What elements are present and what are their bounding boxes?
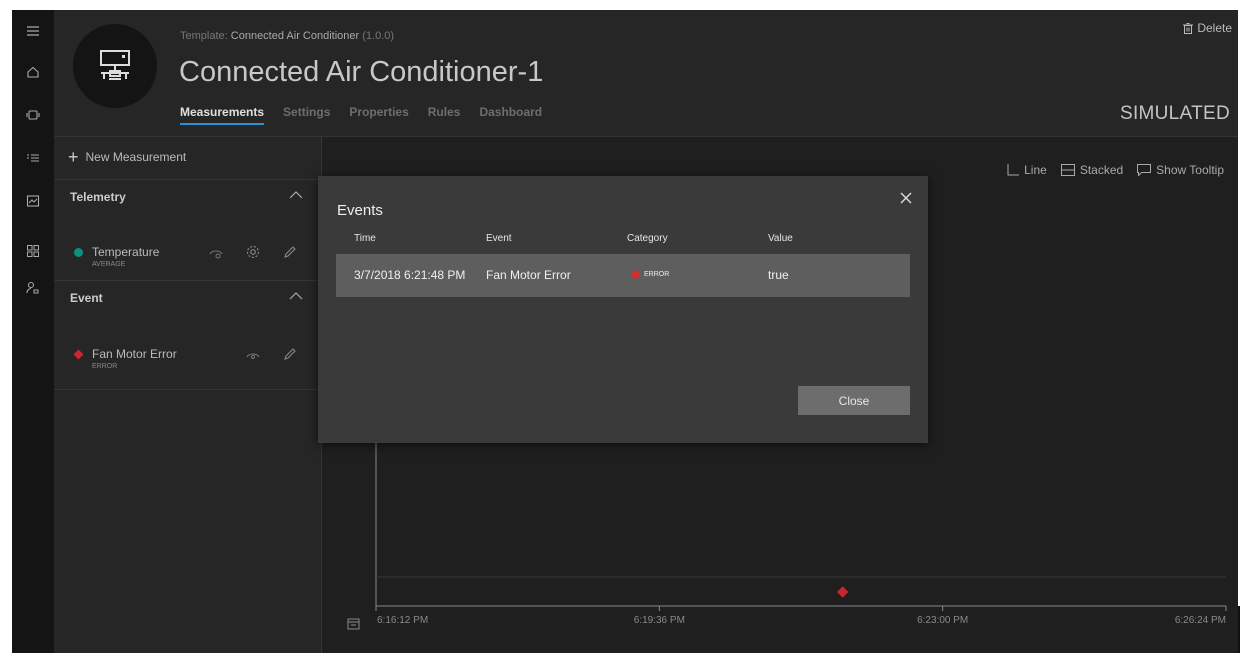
x-tick-label: 6:26:24 PM [1175, 615, 1226, 626]
x-tick-label: 6:19:36 PM [634, 615, 685, 626]
tab-rules[interactable]: Rules [428, 105, 461, 125]
panel-divider [54, 389, 322, 390]
measurement-severity: ERROR [92, 363, 118, 370]
window-edge-line [1238, 606, 1240, 653]
measurements-panel: + New Measurement Telemetry Temperature … [54, 137, 322, 653]
tab-dashboard[interactable]: Dashboard [479, 105, 542, 125]
dialog-title: Events [337, 202, 383, 219]
column-category: Category [627, 233, 668, 244]
measurement-item-fan-motor-error[interactable]: Fan Motor Error ERROR [54, 342, 322, 382]
section-label: Telemetry [70, 190, 126, 204]
nav-rail [12, 10, 54, 653]
table-row[interactable]: 3/7/2018 6:21:48 PM Fan Motor Error ERRO… [336, 254, 910, 297]
list-icon[interactable] [12, 143, 54, 173]
section-telemetry: Telemetry [54, 179, 322, 209]
column-time: Time [354, 233, 376, 244]
measurement-item-temperature[interactable]: Temperature AVERAGE [54, 240, 322, 280]
device-header: Template: Connected Air Conditioner (1.0… [54, 10, 1238, 137]
device-template-icon [100, 50, 130, 80]
device-icon[interactable] [12, 100, 54, 130]
measurement-aggregation: AVERAGE [92, 261, 126, 268]
trash-icon [1183, 22, 1194, 34]
event-category-label: ERROR [644, 271, 670, 278]
measurement-name: Temperature [92, 245, 160, 259]
column-event: Event [486, 233, 512, 244]
app-window: Template: Connected Air Conditioner (1.0… [12, 10, 1238, 653]
dashboard-icon[interactable] [12, 236, 54, 266]
visibility-icon[interactable] [245, 346, 261, 362]
event-category: ERROR [630, 269, 670, 280]
gear-icon[interactable] [245, 244, 261, 260]
calendar-icon [347, 618, 360, 630]
edit-icon[interactable] [282, 346, 298, 362]
new-measurement-label: New Measurement [85, 150, 187, 164]
delete-button[interactable]: Delete [1183, 21, 1232, 35]
menu-icon[interactable] [12, 16, 54, 46]
analytics-icon[interactable] [12, 186, 54, 216]
event-name: Fan Motor Error [486, 268, 571, 282]
error-diamond-icon [630, 269, 641, 280]
x-tick-label: 6:23:00 PM [917, 615, 968, 626]
telemetry-color-dot [74, 248, 83, 257]
simulated-status: SIMULATED [1119, 103, 1230, 124]
template-version: (1.0.0) [362, 30, 395, 42]
device-avatar [73, 24, 157, 108]
page-title: Connected Air Conditioner-1 [179, 56, 544, 88]
events-table-header: Time Event Category Value [336, 233, 910, 253]
column-value: Value [768, 233, 793, 244]
event-point [837, 586, 849, 598]
template-name[interactable]: Connected Air Conditioner [231, 30, 359, 42]
template-prefix: Template: [180, 30, 228, 42]
measurement-name: Fan Motor Error [92, 347, 177, 361]
close-button[interactable]: Close [798, 386, 910, 415]
tab-properties[interactable]: Properties [349, 105, 408, 125]
x-tick-label: 6:16:12 PM [377, 615, 428, 626]
tab-settings[interactable]: Settings [283, 105, 330, 125]
template-info: Template: Connected Air Conditioner (1.0… [180, 30, 394, 42]
plus-icon: + [68, 147, 79, 167]
section-label: Event [70, 291, 103, 305]
event-time: 3/7/2018 6:21:48 PM [354, 268, 466, 282]
event-color-diamond [73, 349, 84, 360]
chevron-up-icon[interactable] [288, 188, 304, 202]
edit-icon[interactable] [282, 244, 298, 260]
visibility-icon[interactable] [208, 244, 224, 260]
delete-label: Delete [1197, 21, 1232, 35]
new-measurement-button[interactable]: + New Measurement [68, 147, 187, 167]
tab-measurements[interactable]: Measurements [180, 105, 265, 125]
event-value: true [768, 268, 789, 282]
device-tabs: Measurements Settings Properties Rules D… [180, 105, 542, 125]
home-icon[interactable] [12, 57, 54, 87]
events-dialog: Events Time Event Category Value 3/7/201… [318, 176, 928, 443]
chevron-up-icon[interactable] [288, 289, 304, 303]
close-icon[interactable] [899, 191, 913, 205]
section-event: Event [54, 280, 322, 310]
admin-icon[interactable] [12, 273, 54, 303]
